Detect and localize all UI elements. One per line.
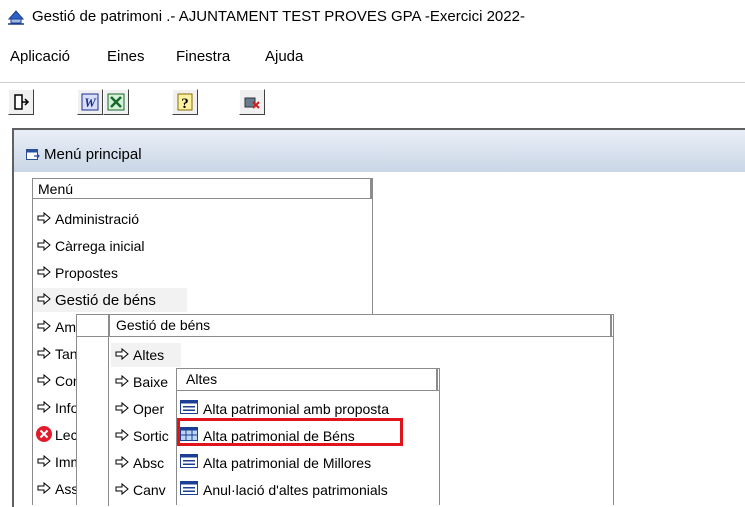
toolbar: W ? <box>0 82 745 121</box>
arrow-icon <box>115 347 129 361</box>
form-icon <box>180 481 198 495</box>
submenu-item-absc[interactable]: Absc <box>111 451 177 475</box>
arrow-icon <box>37 238 51 252</box>
main-menu-header: Menú <box>33 179 372 199</box>
window-icon <box>26 148 40 164</box>
submenu-item-sortides[interactable]: Sortic <box>111 424 177 448</box>
arrow-icon <box>37 481 51 495</box>
app-logo-icon <box>6 7 26 27</box>
arrow-icon <box>37 400 51 414</box>
tool-icon <box>244 97 260 109</box>
help-button[interactable]: ? <box>172 89 198 115</box>
arrow-icon <box>37 211 51 225</box>
submenu-bens-divider <box>108 337 109 506</box>
error-icon <box>36 426 52 442</box>
menu-aplicacio[interactable]: Aplicació <box>10 48 70 65</box>
form-icon <box>180 400 198 414</box>
main-menu-header-label: Menú <box>38 181 74 197</box>
submenu-item-altes[interactable]: Altes <box>111 343 181 367</box>
arrow-icon <box>115 482 129 496</box>
exit-button[interactable] <box>8 89 34 115</box>
arrow-icon <box>115 401 129 415</box>
submenu-item-operacions[interactable]: Oper <box>111 397 177 421</box>
altes-item-anullacio[interactable]: Anul·lació d'altes patrimonials <box>177 478 439 502</box>
excel-button[interactable] <box>103 89 129 115</box>
menu-eines[interactable]: Eines <box>107 48 145 65</box>
help-icon: ? <box>177 93 193 111</box>
menu-item-informes[interactable]: Inforr <box>33 396 76 420</box>
submenu-altes-header: Altes <box>177 369 439 391</box>
submenu-item-baixes[interactable]: Baixe <box>111 370 177 394</box>
form-icon <box>180 454 198 468</box>
menu-bar: Aplicació Eines Finestra Ajuda <box>0 48 745 72</box>
arrow-icon <box>115 428 129 442</box>
arrow-icon <box>37 373 51 387</box>
arrow-icon <box>37 454 51 468</box>
arrow-icon <box>37 265 51 279</box>
menu-item-immobles[interactable]: Immc <box>33 450 76 474</box>
altes-item-millores[interactable]: Alta patrimonial de Millores <box>177 451 439 475</box>
tool-button[interactable] <box>239 89 265 115</box>
menu-item-administracio[interactable]: Administració <box>33 207 333 231</box>
arrow-icon <box>37 319 51 333</box>
word-button[interactable]: W <box>77 89 103 115</box>
menu-item-lectors[interactable]: Lecto <box>33 423 76 447</box>
arrow-icon <box>37 292 51 306</box>
menu-item-tancament[interactable]: Tanc <box>33 342 76 366</box>
menu-item-consultes[interactable]: Cons <box>33 369 76 393</box>
menu-item-gestio-de-bens[interactable]: Gestió de béns <box>33 288 187 312</box>
arrow-icon <box>115 455 129 469</box>
child-window-title: Menú principal <box>44 146 142 163</box>
menu-item-propostes[interactable]: Propostes <box>33 261 333 285</box>
highlight-box <box>177 418 403 446</box>
menu-item-assegurances[interactable]: Asse <box>33 477 76 501</box>
arrow-icon <box>115 374 129 388</box>
menu-ajuda[interactable]: Ajuda <box>265 48 303 65</box>
menu-finestra[interactable]: Finestra <box>176 48 230 65</box>
menu-item-carrega-inicial[interactable]: Càrrega inicial <box>33 234 333 258</box>
submenu-altes-header-label: Altes <box>186 371 218 387</box>
submenu-bens-header: Gestió de béns <box>77 315 613 337</box>
exit-icon <box>14 94 30 110</box>
excel-icon <box>107 93 125 111</box>
submenu-bens-header-label: Gestió de béns <box>116 317 211 333</box>
svg-text:W: W <box>84 95 97 110</box>
submenu-item-canvis[interactable]: Canv <box>111 478 177 502</box>
word-icon: W <box>81 93 99 111</box>
window-title: Gestió de patrimoni .- AJUNTAMENT TEST P… <box>32 8 525 25</box>
svg-text:?: ? <box>181 96 189 111</box>
menu-item-amortitzacions[interactable]: Amor <box>33 315 76 339</box>
arrow-icon <box>37 346 51 360</box>
